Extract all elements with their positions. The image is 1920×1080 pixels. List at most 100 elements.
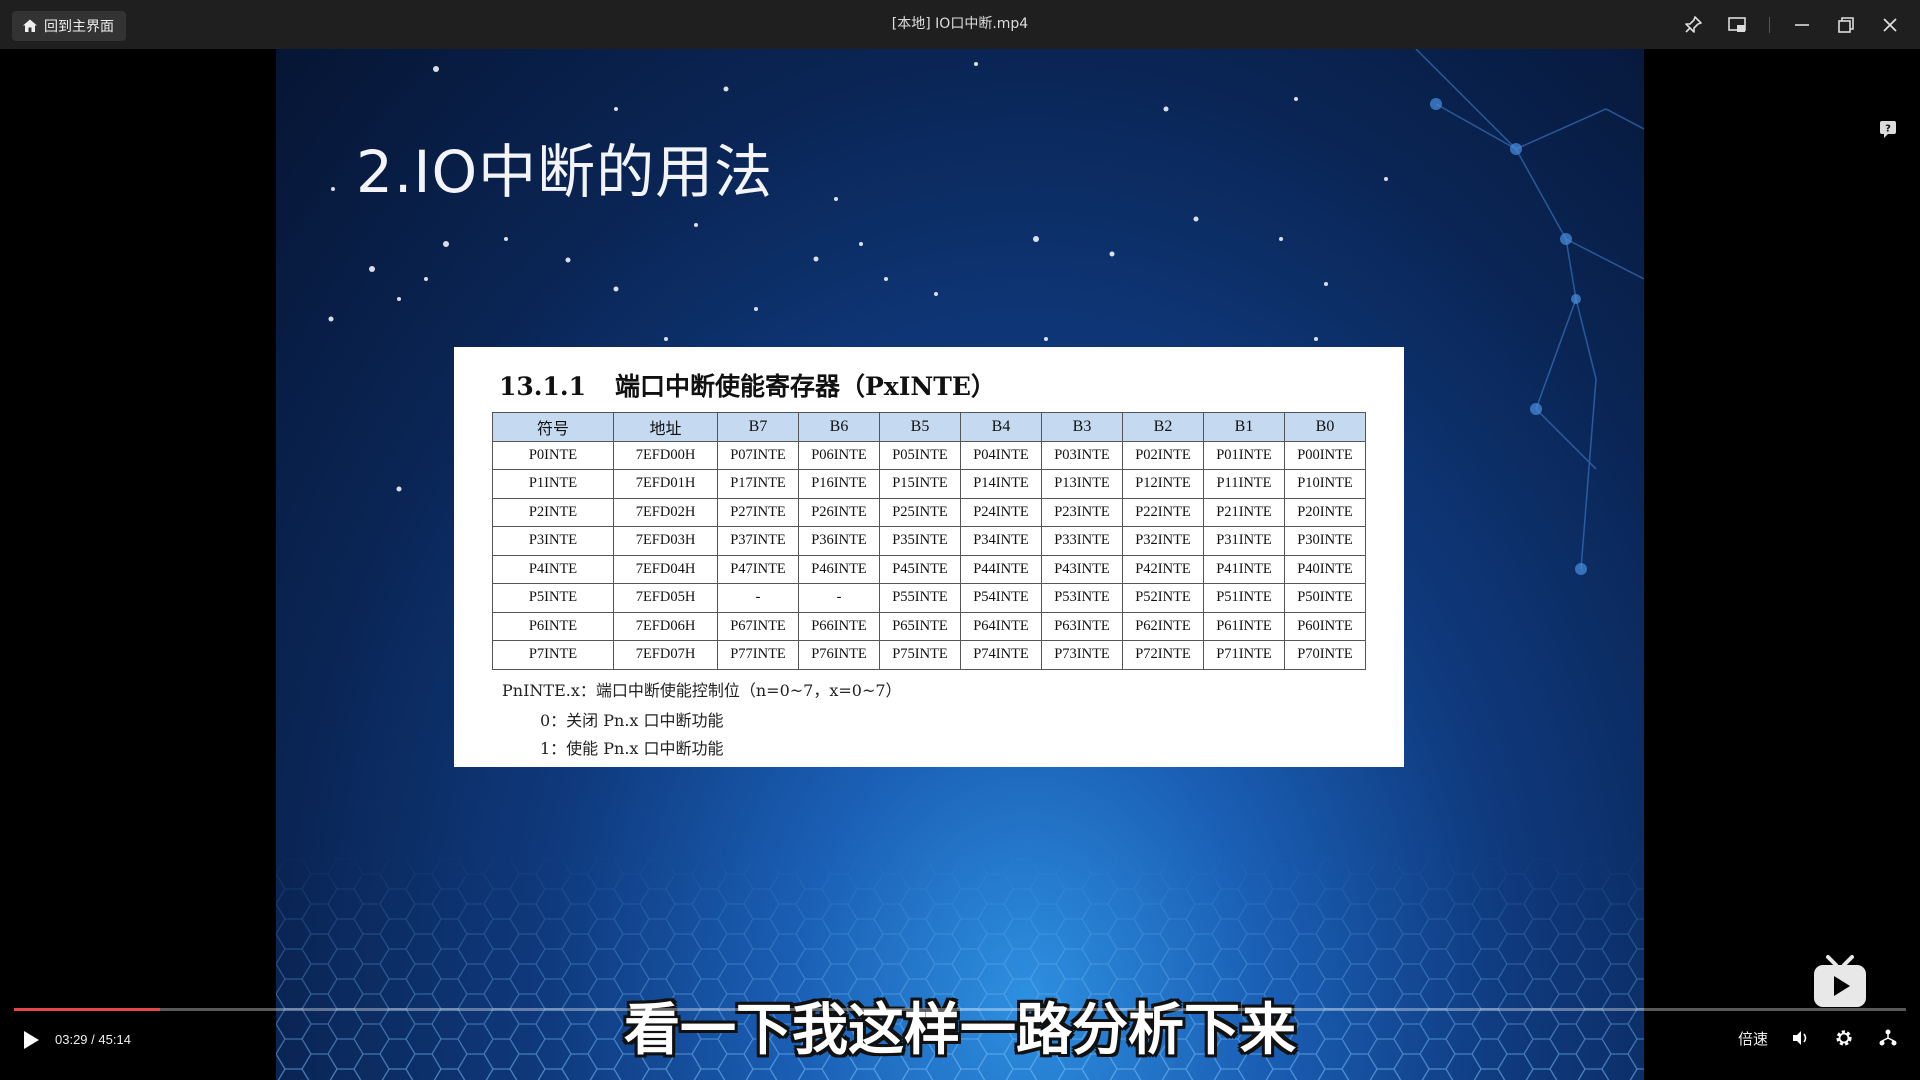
progress-bar-fill bbox=[14, 1008, 160, 1011]
playback-speed-button[interactable]: 倍速 bbox=[1738, 1028, 1768, 1049]
table-cell: P65INTE bbox=[879, 611, 961, 641]
volume-icon[interactable] bbox=[1788, 1026, 1812, 1050]
table-cell: P34INTE bbox=[960, 526, 1042, 556]
minimize-icon[interactable] bbox=[1790, 13, 1814, 37]
table-cell: P70INTE bbox=[1284, 640, 1366, 670]
network-share-icon[interactable] bbox=[1876, 1026, 1900, 1050]
table-cell: P74INTE bbox=[960, 640, 1042, 670]
progress-bar[interactable] bbox=[14, 1008, 1906, 1011]
table-header: B1 bbox=[1203, 412, 1285, 442]
table-cell: P11INTE bbox=[1203, 469, 1285, 499]
table-cell: P46INTE bbox=[798, 554, 880, 584]
table-row: P7INTE 7EFD07H P77INTE P76INTE P75INTE P74INT… bbox=[492, 640, 1366, 670]
table-cell: P6INTE bbox=[492, 611, 614, 641]
table-cell: P33INTE bbox=[1041, 526, 1123, 556]
table-cell: P62INTE bbox=[1122, 611, 1204, 641]
video-area[interactable]: 2.IO中断的用法 13.1.1 端口中断使能寄存器（PxINTE） 符号 地址 … bbox=[0, 49, 1920, 1080]
table-cell: P44INTE bbox=[960, 554, 1042, 584]
titlebar-separator bbox=[1769, 16, 1770, 33]
table-cell: P27INTE bbox=[717, 497, 799, 527]
table-cell: - bbox=[717, 583, 799, 613]
table-cell: P30INTE bbox=[1284, 526, 1366, 556]
note-main: PnINTE.x：端口中断使能控制位（n=0~7，x=0~7） bbox=[502, 681, 902, 700]
table-cell: P02INTE bbox=[1122, 440, 1204, 470]
title-bar: 回到主界面 [本地] IO口中断.mp4 bbox=[0, 0, 1920, 49]
table-cell: P71INTE bbox=[1203, 640, 1285, 670]
table-cell: P13INTE bbox=[1041, 469, 1123, 499]
table-cell: P53INTE bbox=[1041, 583, 1123, 613]
table-cell: P72INTE bbox=[1122, 640, 1204, 670]
table-cell: P24INTE bbox=[960, 497, 1042, 527]
table-cell: 7EFD01H bbox=[613, 469, 718, 499]
table-header: B3 bbox=[1041, 412, 1123, 442]
table-cell: P1INTE bbox=[492, 469, 614, 499]
table-cell: P61INTE bbox=[1203, 611, 1285, 641]
current-time: 03:29 bbox=[55, 1032, 88, 1047]
player-controls: 03:29 / 45:14 倍速 bbox=[0, 1020, 1920, 1060]
table-cell: P10INTE bbox=[1284, 469, 1366, 499]
table-cell: P76INTE bbox=[798, 640, 880, 670]
time-display: 03:29 / 45:14 bbox=[55, 1032, 131, 1047]
table-row: P0INTE 7EFD00H P07INTE P06INTE P05INTE P04INT… bbox=[492, 440, 1366, 470]
table-cell: P40INTE bbox=[1284, 554, 1366, 584]
table-cell: P60INTE bbox=[1284, 611, 1366, 641]
table-cell: P4INTE bbox=[492, 554, 614, 584]
table-cell: P54INTE bbox=[960, 583, 1042, 613]
table-cell: 7EFD02H bbox=[613, 497, 718, 527]
table-cell: 7EFD00H bbox=[613, 440, 718, 470]
table-header: 符号 bbox=[492, 412, 614, 442]
table-cell: P07INTE bbox=[717, 440, 799, 470]
window-title: [本地] IO口中断.mp4 bbox=[891, 16, 1029, 32]
table-cell: P41INTE bbox=[1203, 554, 1285, 584]
table-cell: P75INTE bbox=[879, 640, 961, 670]
table-header: B6 bbox=[798, 412, 880, 442]
restore-icon[interactable] bbox=[1834, 13, 1858, 37]
table-cell: P5INTE bbox=[492, 583, 614, 613]
note-enable: 1：使能 Pn.x 口中断功能 bbox=[540, 739, 724, 758]
table-cell: 7EFD04H bbox=[613, 554, 718, 584]
play-icon[interactable] bbox=[20, 1028, 42, 1052]
settings-gear-icon[interactable] bbox=[1832, 1026, 1856, 1050]
pin-icon[interactable] bbox=[1681, 13, 1705, 37]
table-header: B4 bbox=[960, 412, 1042, 442]
time-separator: / bbox=[91, 1032, 95, 1047]
table-cell: P01INTE bbox=[1203, 440, 1285, 470]
table-cell: P20INTE bbox=[1284, 497, 1366, 527]
table-cell: P35INTE bbox=[879, 526, 961, 556]
home-icon bbox=[23, 19, 37, 32]
slide-title: 2.IO中断的用法 bbox=[356, 138, 774, 206]
table-cell: P31INTE bbox=[1203, 526, 1285, 556]
table-cell: P42INTE bbox=[1122, 554, 1204, 584]
register-table: 符号 地址 B7 B6 B5 B4 B3 B2 B1 B0 P0INTE 7EFD… bbox=[492, 412, 1366, 670]
help-icon[interactable]: ? bbox=[1878, 119, 1898, 139]
picture-in-picture-icon[interactable] bbox=[1725, 13, 1749, 37]
close-icon[interactable] bbox=[1878, 13, 1902, 37]
table-cell: P32INTE bbox=[1122, 526, 1204, 556]
table-cell: P36INTE bbox=[798, 526, 880, 556]
table-row: P3INTE 7EFD03H P37INTE P36INTE P35INTE P34INT… bbox=[492, 526, 1366, 556]
table-cell: P26INTE bbox=[798, 497, 880, 527]
back-to-home-button[interactable]: 回到主界面 bbox=[12, 11, 126, 41]
table-cell: P21INTE bbox=[1203, 497, 1285, 527]
table-cell: P23INTE bbox=[1041, 497, 1123, 527]
table-cell: P00INTE bbox=[1284, 440, 1366, 470]
svg-text:?: ? bbox=[1885, 124, 1891, 135]
table-cell: P03INTE bbox=[1041, 440, 1123, 470]
doc-heading: 13.1.1 端口中断使能寄存器（PxINTE） bbox=[499, 367, 996, 403]
table-cell: P3INTE bbox=[492, 526, 614, 556]
table-cell: P22INTE bbox=[1122, 497, 1204, 527]
table-header: B0 bbox=[1284, 412, 1366, 442]
table-header: B5 bbox=[879, 412, 961, 442]
table-cell: P67INTE bbox=[717, 611, 799, 641]
table-cell: P15INTE bbox=[879, 469, 961, 499]
register-doc-card: 13.1.1 端口中断使能寄存器（PxINTE） 符号 地址 B7 B6 B5 B… bbox=[454, 347, 1404, 767]
table-cell: P06INTE bbox=[798, 440, 880, 470]
table-cell: P16INTE bbox=[798, 469, 880, 499]
table-cell: P64INTE bbox=[960, 611, 1042, 641]
table-cell: P43INTE bbox=[1041, 554, 1123, 584]
table-cell: P05INTE bbox=[879, 440, 961, 470]
table-cell: - bbox=[798, 583, 880, 613]
table-cell: P04INTE bbox=[960, 440, 1042, 470]
section-number: 13.1.1 bbox=[499, 372, 586, 401]
table-header: 地址 bbox=[613, 412, 718, 442]
